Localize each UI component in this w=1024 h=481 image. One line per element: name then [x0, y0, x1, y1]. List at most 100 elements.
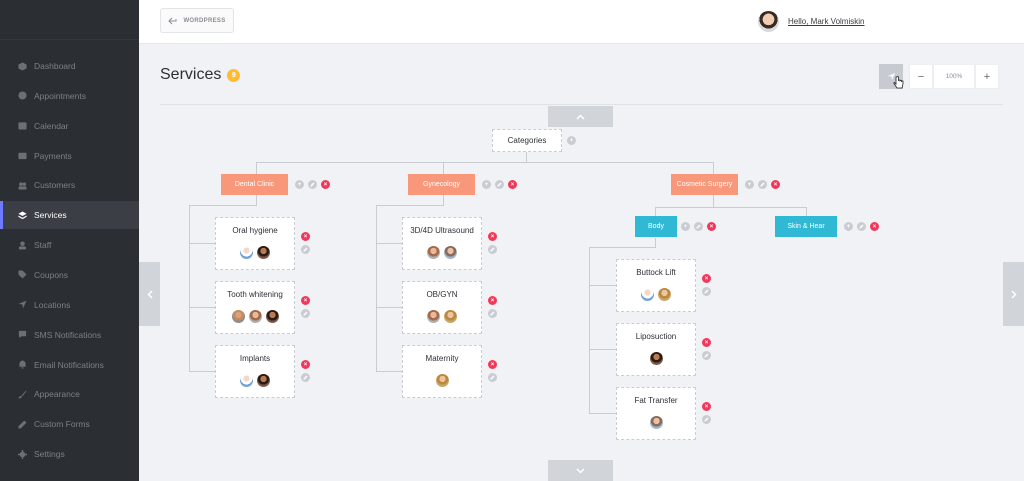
add-icon[interactable]: +	[295, 180, 304, 189]
services-count-badge: 9	[227, 68, 241, 82]
service-card[interactable]: 3D/4D Ultrasound	[402, 217, 482, 270]
users-icon	[18, 181, 27, 190]
edit-icon[interactable]	[488, 245, 497, 254]
scroll-left-button[interactable]	[139, 262, 160, 326]
category-node[interactable]: Cosmetic Surgery	[671, 174, 738, 195]
delete-icon[interactable]: ×	[508, 180, 517, 189]
service-card[interactable]: Buttock Lift	[616, 259, 696, 312]
sidebar-item-locations[interactable]: Locations	[0, 291, 139, 319]
avatar	[434, 373, 450, 388]
service-card[interactable]: OB/GYN	[402, 281, 482, 334]
sidebar-item-settings[interactable]: Settings	[0, 440, 139, 468]
edit-icon[interactable]	[702, 287, 711, 296]
edit-icon[interactable]	[702, 415, 711, 424]
sidebar-item-appointments[interactable]: Appointments	[0, 82, 139, 110]
service-card[interactable]: Implants	[215, 345, 295, 398]
scroll-up-button[interactable]	[548, 106, 613, 127]
edit-icon[interactable]	[702, 351, 711, 360]
add-category-icon[interactable]: +	[567, 136, 576, 145]
avatar	[657, 287, 672, 302]
sidebar-item-services[interactable]: Services	[0, 201, 139, 230]
service-name: Buttock Lift	[636, 268, 676, 277]
scroll-down-button[interactable]	[548, 460, 613, 481]
sidebar-item-dashboard[interactable]: Dashboard	[0, 52, 139, 80]
delete-icon[interactable]: ×	[702, 274, 711, 283]
delete-icon[interactable]: ×	[771, 180, 780, 189]
edit-icon[interactable]	[495, 180, 504, 189]
delete-icon[interactable]: ×	[702, 402, 711, 411]
sidebar-item-calendar[interactable]: Calendar	[0, 112, 139, 140]
sidebar-item-label: SMS Notifications	[34, 329, 102, 340]
avatar	[247, 309, 263, 324]
staff-avatars	[216, 309, 294, 324]
sidebar-item-staff[interactable]: Staff	[0, 231, 139, 259]
edit-icon[interactable]	[301, 373, 310, 382]
category-node[interactable]: Dental Clinic	[221, 174, 288, 195]
delete-icon[interactable]: ×	[488, 360, 497, 369]
edit-icon[interactable]	[758, 180, 767, 189]
add-icon[interactable]: +	[482, 180, 491, 189]
delete-icon[interactable]: ×	[488, 296, 497, 305]
delete-icon[interactable]: ×	[321, 180, 330, 189]
sidebar-item-email-notifications[interactable]: Email Notifications	[0, 351, 139, 379]
edit-icon[interactable]	[301, 245, 310, 254]
add-icon[interactable]: +	[844, 222, 853, 231]
service-card[interactable]: Liposuction	[616, 323, 696, 376]
category-node[interactable]: Gynecology	[408, 174, 475, 195]
staff-avatars	[216, 373, 294, 388]
edit-icon[interactable]	[308, 180, 317, 189]
subcategory-node[interactable]: Body	[635, 216, 677, 237]
add-icon[interactable]: +	[745, 180, 754, 189]
tree-line	[189, 307, 215, 308]
chevron-left-icon	[146, 289, 153, 299]
tree-line	[589, 247, 590, 413]
tree-line	[713, 195, 714, 207]
delete-icon[interactable]: ×	[301, 296, 310, 305]
service-card[interactable]: Maternity	[402, 345, 482, 398]
sidebar-item-customers[interactable]: Customers	[0, 171, 139, 199]
edit-icon[interactable]	[301, 309, 310, 318]
chevron-up-icon	[576, 113, 585, 120]
delete-icon[interactable]: ×	[301, 360, 310, 369]
service-card[interactable]: Fat Transfer	[616, 387, 696, 440]
edit-icon[interactable]	[488, 373, 497, 382]
tree-line	[189, 243, 215, 244]
tree-line	[256, 195, 257, 205]
sidebar-item-coupons[interactable]: Coupons	[0, 261, 139, 289]
user-avatar[interactable]	[758, 11, 779, 32]
tree-line	[806, 207, 807, 216]
edit-icon[interactable]	[488, 309, 497, 318]
staff-avatars	[216, 245, 294, 260]
sidebar-item-appearance[interactable]: Appearance	[0, 380, 139, 408]
edit-icon[interactable]	[694, 222, 703, 231]
sidebar-logo-area	[0, 0, 139, 40]
wallet-icon	[18, 151, 27, 160]
sidebar-item-label: Services	[34, 210, 67, 221]
categories-root-node[interactable]: Categories	[492, 129, 562, 152]
delete-icon[interactable]: ×	[488, 232, 497, 241]
tree-line	[655, 207, 807, 208]
user-greeting-link[interactable]: Hello, Mark Volmiskin	[788, 17, 864, 26]
sidebar-item-sms-notifications[interactable]: SMS Notifications	[0, 321, 139, 349]
service-card[interactable]: Oral hygiene	[215, 217, 295, 270]
avatar	[264, 309, 280, 324]
wordpress-back-button[interactable]: WORDPRESS	[160, 8, 234, 33]
delete-icon[interactable]: ×	[301, 232, 310, 241]
edit-icon[interactable]	[857, 222, 866, 231]
delete-icon[interactable]: ×	[870, 222, 879, 231]
tree-line	[589, 413, 616, 414]
delete-icon[interactable]: ×	[702, 338, 711, 347]
tree-line	[376, 205, 377, 371]
zoom-out-button[interactable]: −	[909, 64, 933, 89]
page-title: Services 9	[160, 66, 241, 84]
add-icon[interactable]: +	[681, 222, 690, 231]
service-card[interactable]: Tooth whitening	[215, 281, 295, 334]
tree-line	[589, 247, 656, 248]
zoom-in-button[interactable]: +	[975, 64, 999, 89]
tree-line	[376, 243, 402, 244]
sidebar-item-payments[interactable]: Payments	[0, 142, 139, 170]
sidebar-item-custom-forms[interactable]: Custom Forms	[0, 410, 139, 438]
scroll-right-button[interactable]	[1003, 262, 1024, 326]
delete-icon[interactable]: ×	[707, 222, 716, 231]
subcategory-node[interactable]: Skin & Hear	[775, 216, 837, 237]
